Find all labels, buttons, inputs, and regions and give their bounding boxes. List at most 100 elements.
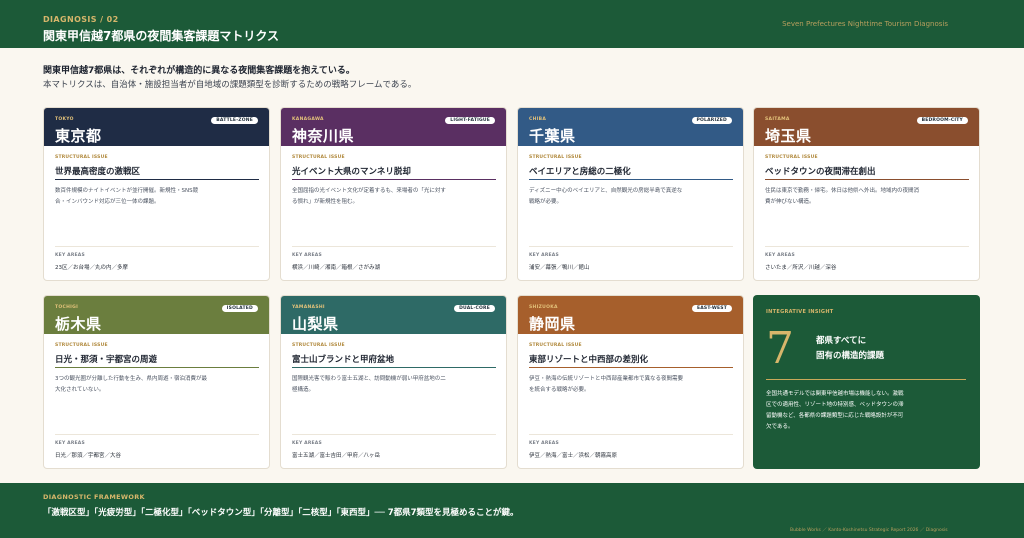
card-type-badge: ISOLATED — [221, 305, 258, 312]
card-accent-rule — [529, 179, 733, 180]
key-areas-label: KEY AREAS — [529, 253, 559, 258]
card-description: ディズニー中心のベイエリアと、自然観光の房総半島で真逆な戦略が必要。 — [529, 188, 683, 205]
structural-issue-label: STRUCTURAL ISSUE — [529, 343, 582, 348]
header-caption: Seven Prefectures Nighttime Tourism Diag… — [782, 20, 948, 28]
card-en-name: TOCHIGI — [55, 305, 79, 310]
framework-label: DIAGNOSTIC FRAMEWORK — [43, 493, 145, 501]
page-title: 関東甲信越7都県の夜間集客課題マトリクス — [43, 29, 279, 43]
structural-issue-label: STRUCTURAL ISSUE — [292, 155, 345, 160]
card-en-name: YAMANASHI — [292, 305, 325, 310]
card-type-badge: DUAL-CORE — [454, 305, 495, 312]
card-description: 3つの観光圏が分離した行動を生み、県内周遊・宿泊消費が最大化されていない。 — [55, 376, 208, 393]
key-areas-label: KEY AREAS — [292, 253, 322, 258]
card-type-badge: POLARIZED — [691, 117, 732, 124]
card-type-badge: EAST-WEST — [691, 305, 732, 312]
card-divider — [529, 246, 733, 247]
structural-issue-label: STRUCTURAL ISSUE — [292, 343, 345, 348]
intro-text: 関東甲信越7都県は、それぞれが構造的に異なる夜間集客課題を抱えている。 本マトリ… — [43, 65, 943, 92]
card-accent-rule — [55, 367, 259, 368]
key-areas-label: KEY AREAS — [55, 253, 85, 258]
insight-headline-line1: 都県すべてに — [816, 336, 867, 346]
card-divider — [529, 434, 733, 435]
card-description: 国際観光客で賑わう富士五湖と、訪問動機が弱い甲府盆地の二極構造。 — [292, 376, 446, 393]
framework-summary: 「激戦区型」「光疲労型」「二極化型」「ベッドタウン型」「分離型」「二核型」「東西… — [43, 508, 519, 518]
card-issue-title: 世界最高密度の激戦区 — [55, 167, 141, 177]
card-issue-title: 光イベント大県のマンネリ脱却 — [292, 167, 411, 177]
prefecture-card-shizuoka: SHIZUOKA 静岡県 EAST-WEST STRUCTURAL ISSUE … — [517, 295, 744, 469]
card-header: KANAGAWA 神奈川県 LIGHT-FATIGUE — [281, 108, 506, 146]
integrative-insight-panel: INTEGRATIVE INSIGHT 7 都県すべてに 固有の構造的課題 全国… — [753, 295, 980, 469]
card-header: CHIBA 千葉県 POLARIZED — [518, 108, 743, 146]
card-prefecture-name: 神奈川県 — [292, 127, 355, 145]
prefecture-card-saitama: SAITAMA 埼玉県 BEDROOM-CITY STRUCTURAL ISSU… — [753, 107, 980, 281]
prefecture-card-kanagawa: KANAGAWA 神奈川県 LIGHT-FATIGUE STRUCTURAL I… — [280, 107, 507, 281]
insight-headline: 都県すべてに 固有の構造的課題 — [816, 334, 966, 364]
footer-bar: DIAGNOSTIC FRAMEWORK 「激戦区型」「光疲労型」「二極化型」「… — [0, 483, 1024, 538]
card-en-name: SAITAMA — [765, 117, 790, 122]
card-description: 伊豆・熱海の伝統リゾートと中西部産業都市で異なる夜間需要を統合する戦略が必要。 — [529, 376, 684, 393]
card-prefecture-name: 栃木県 — [55, 315, 102, 333]
prefecture-card-chiba: CHIBA 千葉県 POLARIZED STRUCTURAL ISSUE ベイエ… — [517, 107, 744, 281]
card-key-areas: 日光／那須／宇都宮／大谷 — [55, 453, 122, 459]
section-eyebrow: DIAGNOSIS / 02 — [43, 15, 119, 24]
card-divider — [55, 434, 259, 435]
card-divider — [765, 246, 969, 247]
card-prefecture-name: 静岡県 — [529, 315, 576, 333]
insight-number: 7 — [766, 323, 794, 374]
header-bar: DIAGNOSIS / 02 関東甲信越7都県の夜間集客課題マトリクス Seve… — [0, 0, 1024, 48]
card-en-name: SHIZUOKA — [529, 305, 558, 310]
card-en-name: CHIBA — [529, 117, 547, 122]
card-issue-title: 富士山ブランドと甲府盆地 — [292, 355, 395, 365]
card-en-name: KANAGAWA — [292, 117, 324, 122]
card-prefecture-name: 山梨県 — [292, 315, 339, 333]
card-accent-rule — [529, 367, 733, 368]
key-areas-label: KEY AREAS — [765, 253, 795, 258]
card-en-name: TOKYO — [55, 117, 74, 122]
card-prefecture-name: 千葉県 — [529, 127, 576, 145]
structural-issue-label: STRUCTURAL ISSUE — [55, 155, 108, 160]
card-accent-rule — [55, 179, 259, 180]
card-type-badge: BEDROOM-CITY — [916, 117, 968, 124]
prefecture-card-tokyo: TOKYO 東京都 BATTLE-ZONE STRUCTURAL ISSUE 世… — [43, 107, 270, 281]
intro-lead: 関東甲信越7都県は、それぞれが構造的に異なる夜間集客課題を抱えている。 — [43, 66, 355, 76]
card-key-areas: 富士五湖／富士吉田／甲府／八ヶ岳 — [292, 453, 381, 459]
structural-issue-label: STRUCTURAL ISSUE — [529, 155, 582, 160]
prefecture-card-tochigi: TOCHIGI 栃木県 ISOLATED STRUCTURAL ISSUE 日光… — [43, 295, 270, 469]
key-areas-label: KEY AREAS — [55, 441, 85, 446]
intro-sub: 本マトリクスは、自治体・施設担当者が自地域の課題類型を診断するための戦略フレーム… — [43, 80, 417, 90]
insight-body: 全国共通モデルでは関東甲信越市場は機能しない。激戦区での適用性、リゾート地の特別… — [766, 391, 904, 430]
card-divider — [292, 246, 496, 247]
card-accent-rule — [765, 179, 969, 180]
card-header: SHIZUOKA 静岡県 EAST-WEST — [518, 296, 743, 334]
card-prefecture-name: 埼玉県 — [765, 127, 812, 145]
card-key-areas: さいたま／所沢／川越／深谷 — [765, 265, 837, 271]
card-prefecture-name: 東京都 — [55, 127, 102, 145]
card-type-badge: LIGHT-FATIGUE — [445, 117, 495, 124]
card-description: 数百件規模のナイトイベントが並行開催。新規性・SNS競合・インバウンド対応が三位… — [55, 188, 199, 205]
card-header: TOKYO 東京都 BATTLE-ZONE — [44, 108, 269, 146]
card-description: 住民は東京で勤務・帰宅。休日は他県へ外出。地域内の夜間消費が伸びない構造。 — [765, 188, 920, 205]
card-header: YAMANASHI 山梨県 DUAL-CORE — [281, 296, 506, 334]
footer-credit: Bubble Works ／ Kanto-Koshinetsu Strategi… — [790, 528, 948, 533]
card-accent-rule — [292, 179, 496, 180]
card-issue-title: ベッドタウンの夜間滞在創出 — [765, 167, 876, 177]
card-issue-title: 日光・那須・宇都宮の周遊 — [55, 355, 158, 365]
insight-label: INTEGRATIVE INSIGHT — [766, 309, 834, 315]
key-areas-label: KEY AREAS — [529, 441, 559, 446]
card-key-areas: 横浜／川崎／湘南／箱根／さがみ湖 — [292, 265, 381, 271]
card-divider — [55, 246, 259, 247]
card-key-areas: 23区／お台場／丸の内／多摩 — [55, 265, 128, 271]
card-type-badge: BATTLE-ZONE — [211, 117, 258, 124]
key-areas-label: KEY AREAS — [292, 441, 322, 446]
insight-divider — [766, 379, 966, 380]
insight-headline-line2: 固有の構造的課題 — [816, 351, 885, 361]
card-description: 全国屈指の光イベント文化が定着するも、来場者の「光に対する慣れ」が新規性を阻む。 — [292, 188, 446, 205]
structural-issue-label: STRUCTURAL ISSUE — [55, 343, 108, 348]
card-issue-title: 東部リゾートと中西部の差別化 — [529, 355, 649, 365]
card-key-areas: 伊豆／熱海／富士／浜松／朝霧高原 — [529, 453, 618, 459]
card-issue-title: ベイエリアと房総の二極化 — [529, 167, 631, 177]
card-key-areas: 浦安／幕張／鴨川／館山 — [529, 265, 590, 271]
card-divider — [292, 434, 496, 435]
card-header: SAITAMA 埼玉県 BEDROOM-CITY — [754, 108, 979, 146]
structural-issue-label: STRUCTURAL ISSUE — [765, 155, 818, 160]
